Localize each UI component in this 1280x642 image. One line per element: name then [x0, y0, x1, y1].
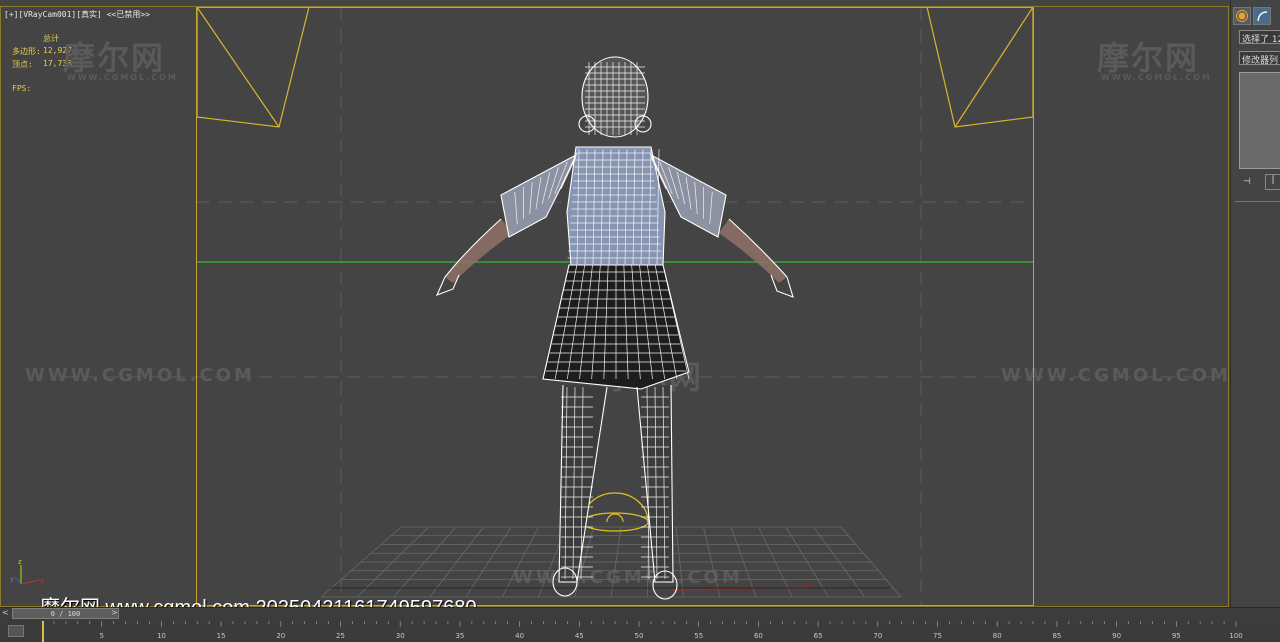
track-tick-label: 10 [157, 632, 166, 640]
arc-icon [1257, 11, 1268, 22]
time-slider-next[interactable]: > [111, 608, 118, 617]
track-tick-label: 70 [873, 632, 882, 640]
time-slider-thumb[interactable]: 0 / 100 [12, 608, 119, 619]
pin-stack-icon[interactable]: ⊣ [1243, 177, 1257, 189]
track-tick-label: 65 [814, 632, 823, 640]
modifier-list-dropdown[interactable]: 修改器列 [1239, 51, 1280, 65]
panel-divider [1235, 201, 1280, 202]
create-tab-button[interactable] [1233, 7, 1251, 25]
curve-editor-icon[interactable] [8, 625, 24, 637]
track-tick-label: 85 [1052, 632, 1061, 640]
camera-viewport[interactable]: [+][VRayCam001][真实] <<已禁用>> 总计 多边形: 12,9… [0, 6, 1229, 607]
track-tick-label: 25 [336, 632, 345, 640]
track-tick-label: 20 [276, 632, 285, 640]
track-tick-label: 75 [933, 632, 942, 640]
current-frame-marker [42, 621, 44, 642]
axis-x-label: x [40, 577, 44, 585]
track-tick-label: 60 [754, 632, 763, 640]
track-tick-label: 50 [635, 632, 644, 640]
sun-icon [1236, 10, 1248, 22]
track-scale[interactable]: 0510152025303540455055606570758085909510… [42, 621, 1280, 642]
selection-field[interactable]: 选择了 12 [1239, 30, 1280, 44]
safe-frame [196, 7, 1034, 606]
axis-y-label: y [10, 575, 14, 583]
track-tick-label: 90 [1112, 632, 1121, 640]
show-end-result-icon[interactable]: | [1265, 174, 1280, 190]
track-tick-label: 40 [515, 632, 524, 640]
modifier-stack[interactable] [1239, 72, 1280, 169]
modify-tab-button[interactable] [1253, 7, 1271, 25]
track-tick-label: 15 [217, 632, 226, 640]
track-tick-label: 55 [694, 632, 703, 640]
axis-z-label: z [18, 558, 22, 566]
track-tick-label: 35 [455, 632, 464, 640]
time-slider[interactable] [0, 607, 1280, 622]
track-tick-label: 5 [99, 632, 103, 640]
track-tick-label: 45 [575, 632, 584, 640]
track-tick-label: 80 [993, 632, 1002, 640]
track-tick-label: 100 [1229, 632, 1242, 640]
command-panel[interactable]: 选择了 12 修改器列 ⊣ | [1230, 0, 1280, 610]
time-slider-prev[interactable]: < [2, 608, 9, 617]
track-tick-label: 95 [1172, 632, 1181, 640]
track-tick-label: 30 [396, 632, 405, 640]
axis-tripod [14, 565, 40, 585]
